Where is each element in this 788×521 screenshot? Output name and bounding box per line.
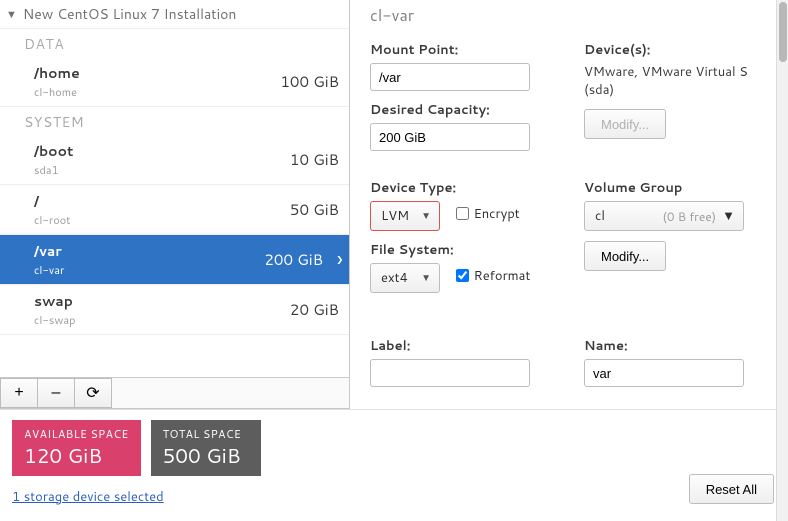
chevron-down-icon: ▼ <box>421 209 431 223</box>
mount-device-label: sda1 <box>34 162 73 178</box>
available-space-card: AVAILABLE SPACE 120 GiB <box>12 420 141 476</box>
scrollbar[interactable] <box>776 0 788 521</box>
partition-tree[interactable]: ▼ New CentOS Linux 7 Installation DATA /… <box>0 0 349 377</box>
mount-size-label: 10 GiB <box>290 149 339 170</box>
label-input[interactable] <box>370 359 530 387</box>
mount-size-label: 20 GiB <box>290 299 339 320</box>
scrollbar-thumb[interactable] <box>779 2 787 62</box>
mount-row-boot[interactable]: /boot sda1 10 GiB <box>0 135 349 185</box>
reload-button[interactable]: ⟳ <box>74 378 112 408</box>
add-button[interactable]: + <box>0 378 38 408</box>
reformat-label: Reformat <box>474 267 531 285</box>
label-field-label: Label: <box>370 337 554 355</box>
device-type-value: LVM <box>381 207 409 225</box>
mount-point-field-label: Mount Point: <box>370 41 554 59</box>
devices-value: VMware, VMware Virtual S (sda) <box>584 63 768 99</box>
storage-devices-link[interactable]: 1 storage device selected <box>12 488 164 506</box>
device-type-field-label: Device Type: <box>370 179 554 197</box>
tree-root-label: New CentOS Linux 7 Installation <box>23 4 237 24</box>
reformat-checkbox[interactable] <box>456 269 469 282</box>
mount-point-label: /var <box>34 241 64 261</box>
encrypt-checkbox[interactable] <box>456 207 469 220</box>
volume-group-field-label: Volume Group <box>584 179 768 197</box>
volume-group-free: (0 B free) <box>662 208 716 225</box>
chevron-down-icon: ▼ <box>6 6 17 22</box>
mount-device-label: cl-swap <box>34 312 75 328</box>
mount-row-home[interactable]: /home cl-home 100 GiB <box>0 57 349 107</box>
available-space-label: AVAILABLE SPACE <box>24 426 129 442</box>
volume-group-select[interactable]: cl (0 B free) ▼ <box>584 201 744 231</box>
name-input[interactable] <box>584 359 744 387</box>
total-space-value: 500 GiB <box>163 442 249 470</box>
mount-row-var[interactable]: /var cl-var 200 GiB <box>0 235 349 285</box>
mount-device-label: cl-home <box>34 84 80 100</box>
file-system-field-label: File System: <box>370 241 554 259</box>
mount-point-label: / <box>34 191 70 211</box>
minus-icon: – <box>52 384 61 402</box>
mount-point-label: swap <box>34 291 75 311</box>
reset-all-button[interactable]: Reset All <box>689 474 774 504</box>
name-field-label: Name: <box>584 337 768 355</box>
section-header-system: SYSTEM <box>0 107 349 135</box>
available-space-value: 120 GiB <box>24 442 129 470</box>
file-system-select[interactable]: ext4 ▼ <box>370 263 440 293</box>
mount-size-label: 200 GiB <box>264 249 323 270</box>
desired-capacity-field-label: Desired Capacity: <box>370 101 554 119</box>
mount-row-root[interactable]: / cl-root 50 GiB <box>0 185 349 235</box>
mount-size-label: 50 GiB <box>290 199 339 220</box>
mount-device-label: cl-root <box>34 212 70 228</box>
mount-size-label: 100 GiB <box>280 71 339 92</box>
devices-field-label: Device(s): <box>584 41 768 59</box>
modify-devices-button[interactable]: Modify... <box>584 109 666 139</box>
mount-row-swap[interactable]: swap cl-swap 20 GiB <box>0 285 349 335</box>
file-system-value: ext4 <box>381 269 408 287</box>
section-header-data: DATA <box>0 29 349 57</box>
details-title: cl-var <box>370 4 768 27</box>
partition-tree-panel: ▼ New CentOS Linux 7 Installation DATA /… <box>0 0 350 409</box>
chevron-down-icon: ▼ <box>722 207 735 225</box>
modify-vg-button[interactable]: Modify... <box>584 241 666 271</box>
chevron-down-icon: ▼ <box>421 271 431 285</box>
tree-button-bar: + – ⟳ <box>0 377 349 408</box>
desired-capacity-input[interactable] <box>370 123 530 151</box>
summary-bar: AVAILABLE SPACE 120 GiB TOTAL SPACE 500 … <box>0 410 788 512</box>
remove-button[interactable]: – <box>37 378 75 408</box>
details-panel: cl-var Mount Point: Desired Capacity: De… <box>350 0 788 409</box>
volume-group-value: cl <box>595 207 605 225</box>
total-space-card: TOTAL SPACE 500 GiB <box>151 420 261 476</box>
device-type-select[interactable]: LVM ▼ <box>370 201 440 231</box>
mount-point-input[interactable] <box>370 63 530 91</box>
plus-icon: + <box>14 384 23 402</box>
mount-point-label: /boot <box>34 141 73 161</box>
tree-root-row[interactable]: ▼ New CentOS Linux 7 Installation <box>0 0 349 29</box>
encrypt-label: Encrypt <box>474 205 520 223</box>
mount-device-label: cl-var <box>34 262 64 278</box>
reload-icon: ⟳ <box>86 383 99 403</box>
mount-point-label: /home <box>34 63 80 83</box>
total-space-label: TOTAL SPACE <box>163 426 249 442</box>
